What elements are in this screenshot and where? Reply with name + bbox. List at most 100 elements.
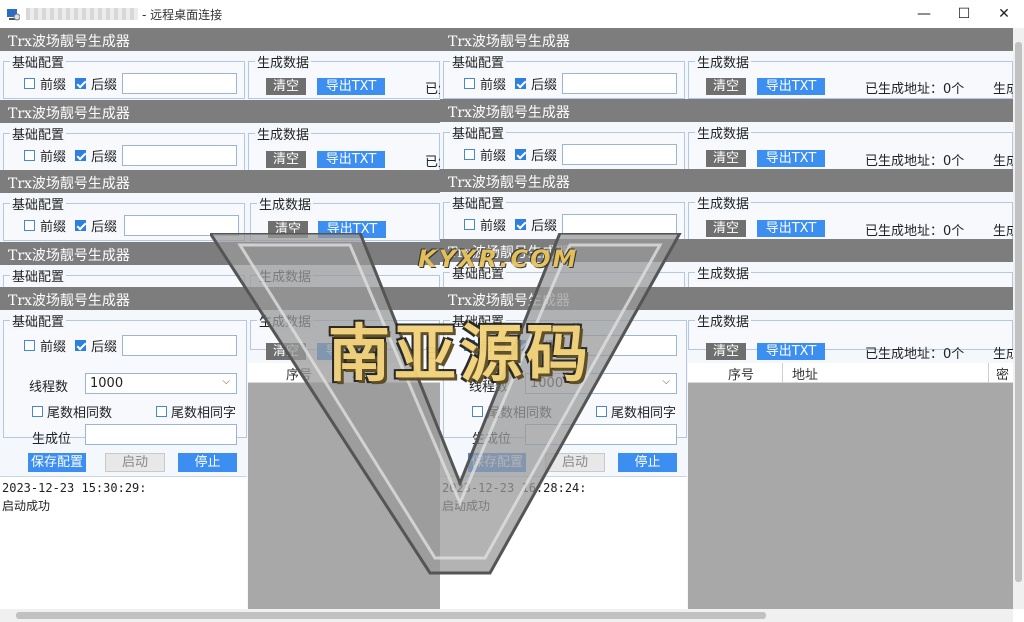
export-txt-button[interactable]: 导出TXT xyxy=(317,78,385,95)
suffix-input[interactable] xyxy=(562,335,677,356)
prefix-checkbox[interactable] xyxy=(24,340,35,351)
stop-button[interactable]: 停止 xyxy=(178,453,237,472)
clear-button[interactable]: 清空 xyxy=(706,343,746,360)
export-txt-button[interactable]: 导出TXT xyxy=(757,220,825,237)
thread-count-label: 线程数 xyxy=(469,380,509,395)
suffix-input[interactable] xyxy=(122,335,237,356)
start-button[interactable]: 启动 xyxy=(105,453,165,472)
clear-button[interactable]: 清空 xyxy=(266,151,306,168)
thread-count-select[interactable]: 1000 ⌵ xyxy=(85,373,237,394)
suffix-input[interactable] xyxy=(122,73,237,94)
scroll-thumb[interactable] xyxy=(1015,42,1022,582)
remote-desktop-area: Trx波场靓号生成器 基础配置 前缀 后缀 生成数据 清空 导出TXT 已生 T… xyxy=(0,28,1013,609)
clear-button[interactable]: 清空 xyxy=(268,221,308,238)
title-bar: - 远程桌面连接 — ☐ ✕ xyxy=(0,0,1024,28)
basic-config-label: 基础配置 xyxy=(450,123,507,142)
start-button[interactable]: 启动 xyxy=(545,453,605,472)
export-txt-button[interactable]: 导出TXT xyxy=(757,78,825,95)
vertical-scrollbar[interactable] xyxy=(1013,28,1024,609)
window-header: Trx波场靓号生成器 xyxy=(0,287,440,310)
suffix-checkbox[interactable] xyxy=(515,340,526,351)
clear-button[interactable]: 清空 xyxy=(266,343,306,360)
thread-count-label: 线程数 xyxy=(29,380,69,395)
suffix-label: 后缀 xyxy=(531,78,558,93)
export-txt-button[interactable]: 导出TXT xyxy=(757,150,825,167)
suffix-input[interactable] xyxy=(562,144,677,165)
log-message: 启动成功 xyxy=(2,499,51,513)
stop-button[interactable]: 停止 xyxy=(618,453,677,472)
horizontal-scrollbar[interactable] xyxy=(0,609,1013,622)
address-grid[interactable]: 序号 地址 密 xyxy=(688,363,1013,609)
scroll-thumb[interactable] xyxy=(16,612,766,619)
tail-same-num-checkbox[interactable] xyxy=(32,406,43,417)
generated-count-label: 已生 xyxy=(425,347,440,362)
suffix-input[interactable] xyxy=(124,215,239,236)
close-button[interactable]: ✕ xyxy=(984,0,1024,28)
col-address: 地址 xyxy=(792,368,819,383)
suffix-checkbox[interactable] xyxy=(75,78,86,89)
suffix-checkbox[interactable] xyxy=(75,340,86,351)
prefix-checkbox[interactable] xyxy=(24,78,35,89)
gen-pos-label: 生成位 xyxy=(472,432,512,447)
remote-desktop-icon xyxy=(7,9,20,21)
export-txt-button[interactable]: 导出TXT xyxy=(317,343,385,360)
window-title: - 远程桌面连接 xyxy=(142,8,223,22)
tail-same-char-checkbox[interactable] xyxy=(156,406,167,417)
window-header: Trx波场靓号生成器 xyxy=(440,287,1013,310)
prefix-checkbox[interactable] xyxy=(24,220,35,231)
chevron-down-icon: ⌵ xyxy=(222,376,230,387)
gen-pos-input[interactable] xyxy=(525,424,677,445)
gen-data-label: 生成数据 xyxy=(695,52,752,71)
blurred-host-name xyxy=(26,8,138,20)
prefix-checkbox[interactable] xyxy=(464,78,475,89)
gen-pos-label: 生成位 xyxy=(32,432,72,447)
clear-button[interactable]: 清空 xyxy=(706,220,746,237)
generator-window-main: Trx波场靓号生成器 基础配置 前缀 后缀 线程数 1000 ⌵ 尾数相同数 尾… xyxy=(440,287,1013,609)
clear-button[interactable]: 清空 xyxy=(706,150,746,167)
clear-button[interactable]: 清空 xyxy=(706,78,746,95)
window-header: Trx波场靓号生成器 xyxy=(0,170,440,193)
basic-config-label: 基础配置 xyxy=(10,52,67,71)
log-time: 2023-12-23 15:30:29: xyxy=(2,481,147,495)
prefix-checkbox[interactable] xyxy=(464,149,475,160)
address-grid[interactable]: 序号 地址 xyxy=(248,363,440,609)
generator-window: Trx波场靓号生成器 基础配置 生成数据 xyxy=(0,242,440,288)
thread-count-select[interactable]: 1000 ⌵ xyxy=(525,373,677,394)
suffix-input[interactable] xyxy=(562,73,677,94)
suffix-checkbox[interactable] xyxy=(75,150,86,161)
prefix-checkbox[interactable] xyxy=(24,150,35,161)
suffix-checkbox[interactable] xyxy=(75,220,86,231)
thread-count-value: 1000 xyxy=(90,376,124,391)
save-config-button[interactable]: 保存配置 xyxy=(468,453,526,472)
gen-data-label: 生成数据 xyxy=(695,311,752,330)
col-index: 序号 xyxy=(728,368,755,383)
tail-same-num-checkbox[interactable] xyxy=(472,406,483,417)
prefix-label: 前缀 xyxy=(480,149,507,164)
suffix-checkbox[interactable] xyxy=(515,78,526,89)
window-header: Trx波场靓号生成器 xyxy=(440,99,1013,122)
generated-label-cut: 生成 xyxy=(993,154,1013,169)
save-config-button[interactable]: 保存配置 xyxy=(28,453,86,472)
suffix-checkbox[interactable] xyxy=(515,219,526,230)
suffix-input[interactable] xyxy=(122,145,237,166)
export-txt-button[interactable]: 导出TXT xyxy=(757,343,825,360)
export-txt-button[interactable]: 导出TXT xyxy=(318,221,386,238)
tail-same-char-checkbox[interactable] xyxy=(596,406,607,417)
prefix-label: 前缀 xyxy=(40,220,67,235)
prefix-label: 前缀 xyxy=(40,150,67,165)
clear-button[interactable]: 清空 xyxy=(266,78,306,95)
prefix-checkbox[interactable] xyxy=(464,340,475,351)
generated-count-label: 已生 xyxy=(425,82,440,97)
suffix-input[interactable] xyxy=(562,214,677,235)
export-txt-button[interactable]: 导出TXT xyxy=(317,151,385,168)
suffix-checkbox[interactable] xyxy=(515,149,526,160)
prefix-checkbox[interactable] xyxy=(464,219,475,230)
minimize-button[interactable]: — xyxy=(904,0,944,28)
suffix-label: 后缀 xyxy=(91,150,118,165)
window-header: Trx波场靓号生成器 xyxy=(0,100,440,123)
gen-data-label: 生成数据 xyxy=(695,193,752,212)
gen-pos-input[interactable] xyxy=(85,424,237,445)
suffix-label: 后缀 xyxy=(91,78,118,93)
generator-window: Trx波场靓号生成器 基础配置 前缀 后缀 生成数据 清空 导出TXT 已生 xyxy=(0,28,440,103)
maximize-button[interactable]: ☐ xyxy=(944,0,984,28)
